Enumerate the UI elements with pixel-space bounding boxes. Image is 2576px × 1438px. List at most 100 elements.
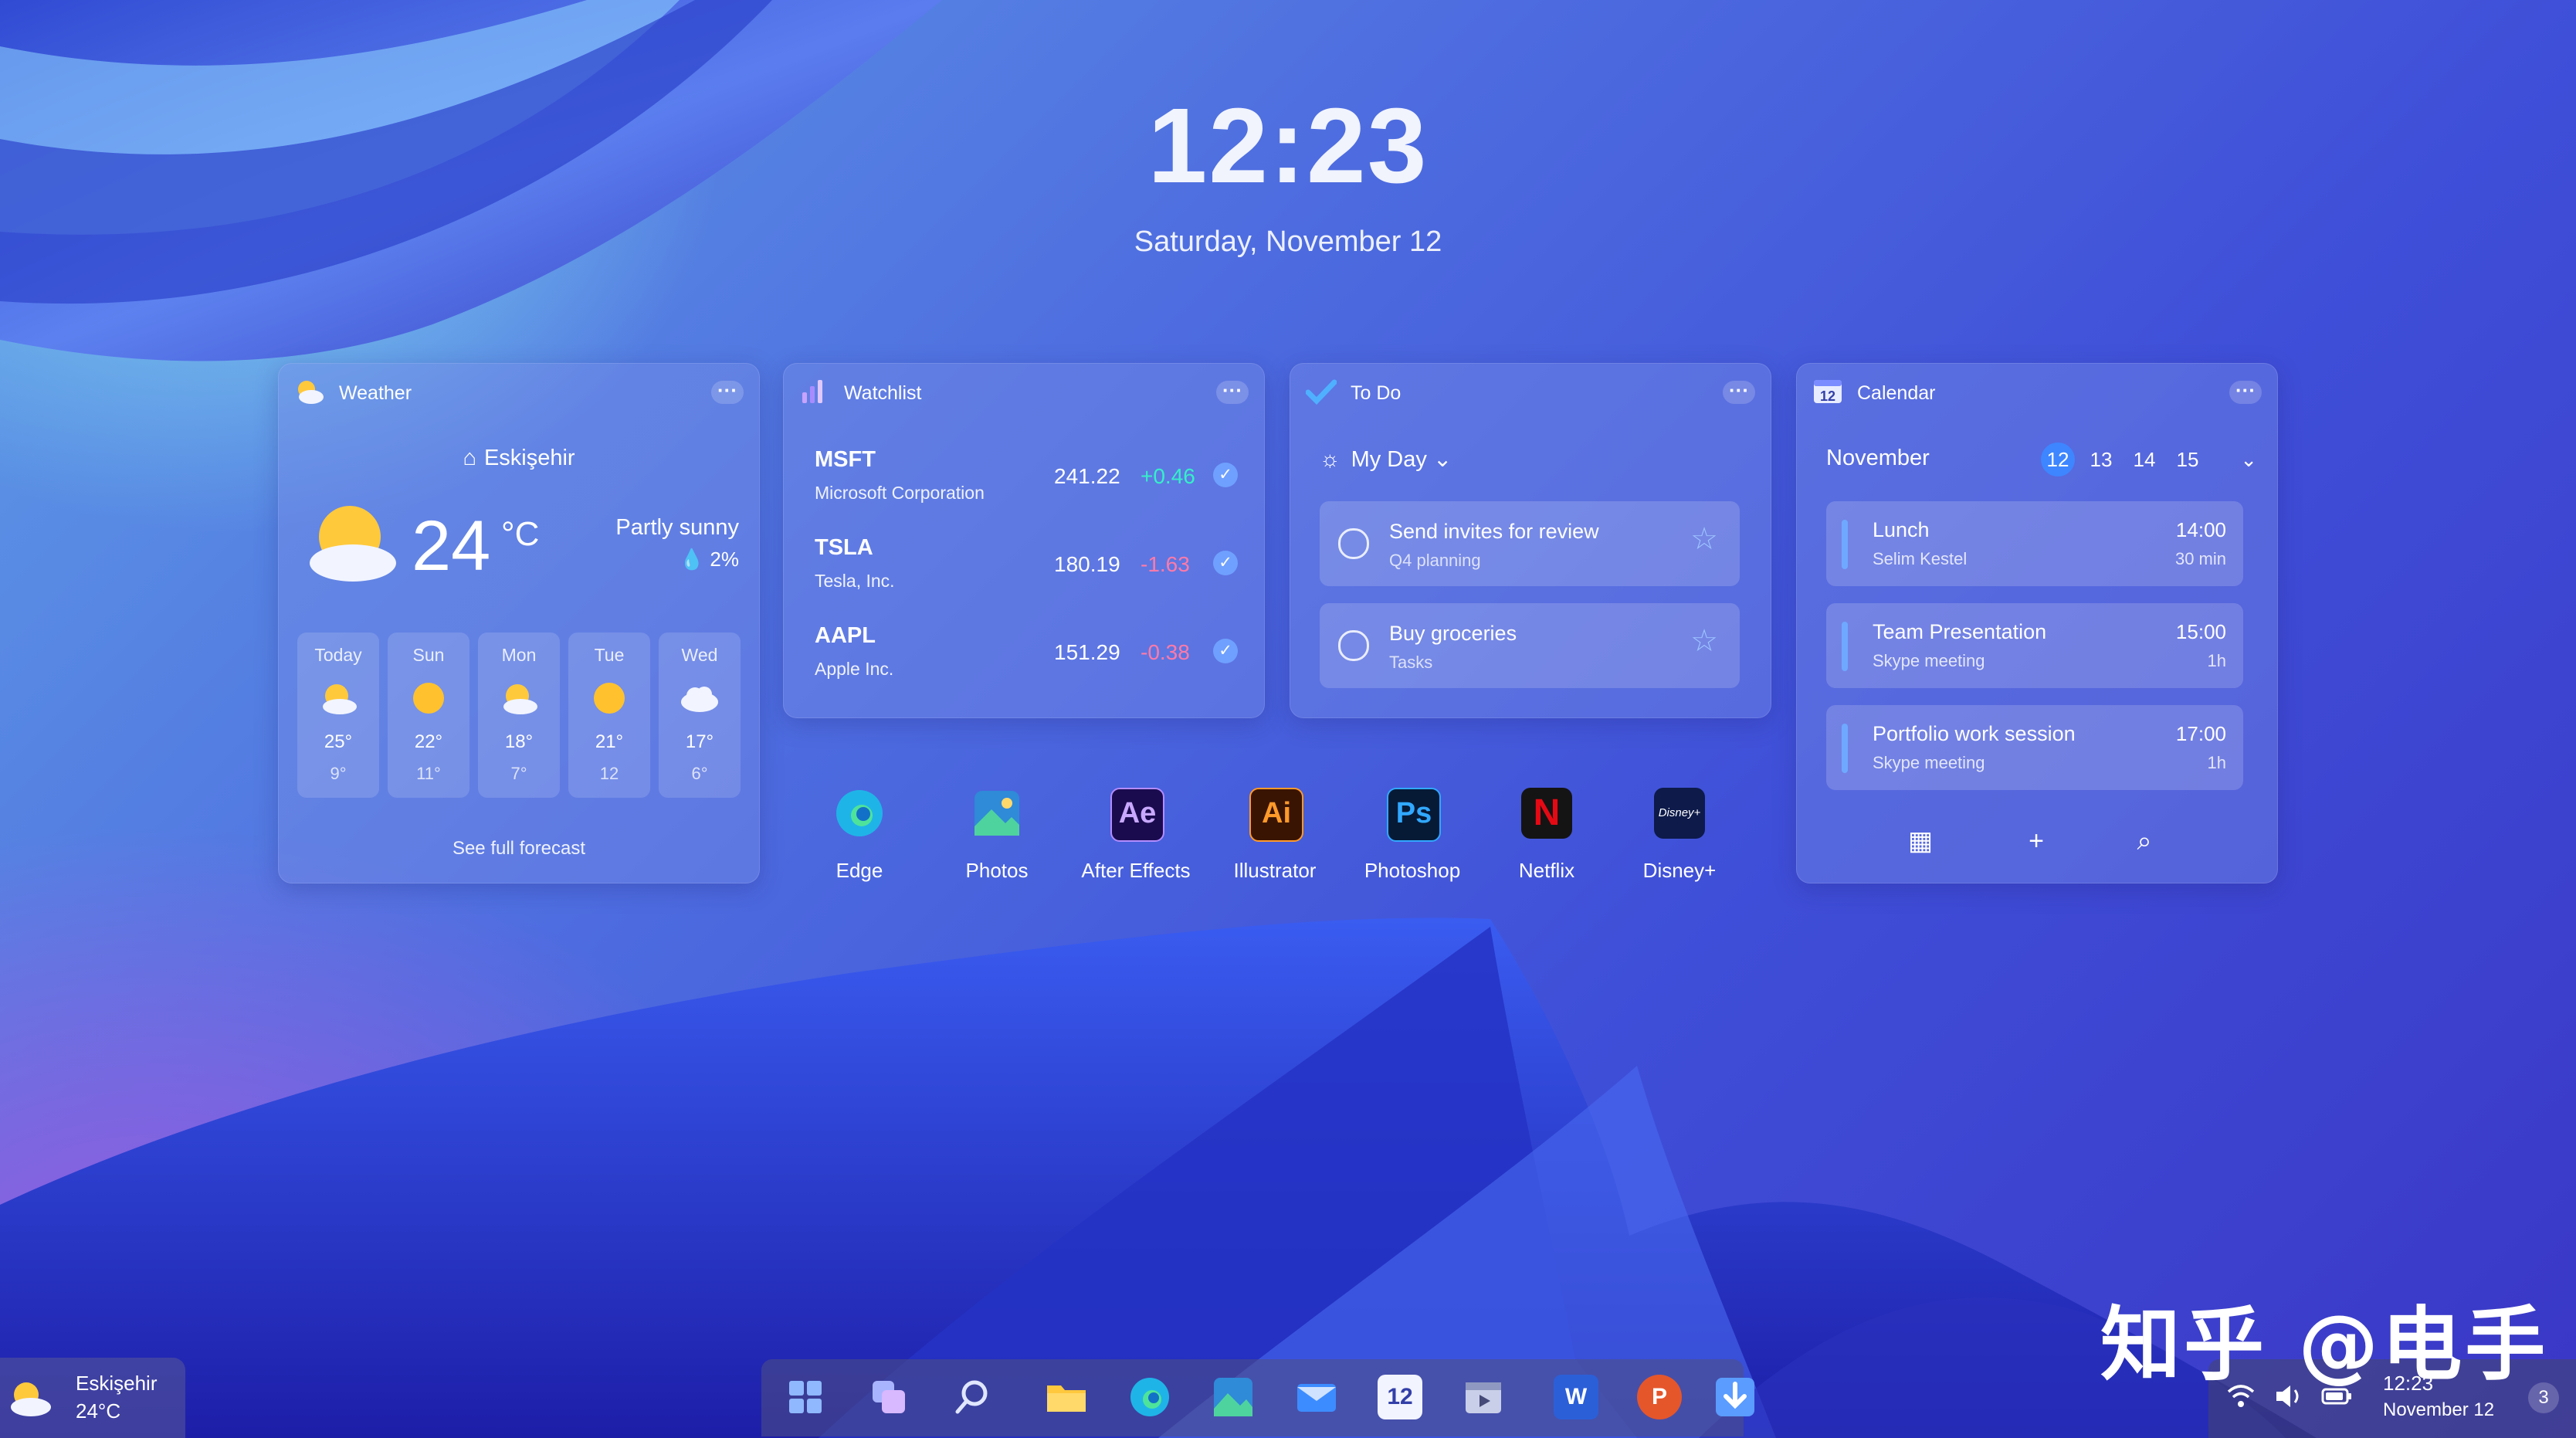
- stock-change: -0.38: [1141, 640, 1190, 664]
- event-item[interactable]: Portfolio work session Skype meeting 17:…: [1826, 705, 2243, 790]
- app-edge[interactable]: Edge: [794, 788, 925, 882]
- check-icon[interactable]: ✓: [1213, 463, 1238, 487]
- app-photoshop[interactable]: Ps Photoshop: [1347, 788, 1478, 882]
- month-label: November: [1826, 446, 1930, 470]
- download-icon[interactable]: [1713, 1375, 1757, 1419]
- mail-icon[interactable]: [1294, 1375, 1339, 1419]
- forecast-day[interactable]: Today 25° 9°: [297, 633, 379, 798]
- todo-check-icon: [1306, 379, 1337, 405]
- stock-row[interactable]: MSFT Microsoft Corporation 241.22 +0.46 …: [815, 447, 1247, 524]
- stock-change: +0.46: [1141, 464, 1195, 488]
- task-item[interactable]: Send invites for review Q4 planning ☆: [1320, 501, 1740, 586]
- day-high: 18°: [504, 731, 534, 752]
- add-event-icon[interactable]: +: [2013, 818, 2059, 864]
- calendar-widget[interactable]: 12 Calendar ··· November 12 13 14 15 ⌄ L…: [1796, 363, 2278, 883]
- word-icon[interactable]: W: [1554, 1375, 1598, 1419]
- star-icon[interactable]: ☆: [1690, 623, 1718, 659]
- photos-icon: [974, 791, 1019, 836]
- tray-date[interactable]: November 12: [2383, 1399, 2494, 1421]
- event-item[interactable]: Lunch Selim Kestel 14:00 30 min: [1826, 501, 2243, 586]
- stock-symbol: MSFT: [815, 447, 876, 472]
- file-explorer-icon[interactable]: [1044, 1375, 1089, 1419]
- calendar-view-icon[interactable]: ▦: [1897, 818, 1944, 864]
- app-illustrator[interactable]: Ai Illustrator: [1209, 788, 1341, 882]
- event-title: Lunch: [1873, 518, 1930, 541]
- forecast-day[interactable]: Sun 22° 11°: [388, 633, 469, 798]
- app-disney-plus[interactable]: Disney+ Disney+: [1614, 788, 1745, 882]
- city-name: Eskişehir: [483, 446, 575, 470]
- stock-row[interactable]: AAPL Apple Inc. 151.29 -0.38 ✓: [815, 623, 1247, 700]
- app-label: Netflix: [1518, 859, 1575, 882]
- partly-sunny-icon: [503, 684, 537, 714]
- task-checkbox[interactable]: [1338, 528, 1369, 559]
- calendar-more-button[interactable]: ···: [2229, 380, 2262, 404]
- stock-change: -1.63: [1141, 552, 1190, 576]
- day-name: Mon: [501, 645, 537, 665]
- stock-symbol: AAPL: [815, 623, 876, 648]
- list-name: My Day: [1351, 447, 1427, 472]
- todo-widget[interactable]: To Do ··· ☼ My Day ⌄ Send invites for rev…: [1290, 363, 1771, 718]
- event-item[interactable]: Team Presentation Skype meeting 15:00 1h: [1826, 603, 2243, 688]
- bar-chart-icon: [802, 380, 822, 403]
- app-label: After Effects: [1081, 859, 1191, 882]
- watchlist-more-button[interactable]: ···: [1216, 380, 1249, 404]
- forecast-day[interactable]: Mon 18° 7°: [478, 633, 560, 798]
- date-chip[interactable]: 13: [2084, 443, 2118, 477]
- stock-name: Apple Inc.: [815, 659, 894, 679]
- app-photos[interactable]: Photos: [931, 788, 1063, 882]
- search-icon[interactable]: [950, 1375, 995, 1419]
- star-icon[interactable]: ☆: [1690, 521, 1718, 557]
- check-icon[interactable]: ✓: [1213, 551, 1238, 575]
- current-temperature: 24: [412, 507, 491, 585]
- powerpoint-icon[interactable]: P: [1637, 1375, 1682, 1419]
- calendar-icon-day: 12: [1820, 388, 1835, 404]
- list-selector[interactable]: ☼ My Day ⌄: [1320, 446, 1452, 473]
- stock-name: Tesla, Inc.: [815, 571, 895, 591]
- day-low: 6°: [691, 764, 708, 783]
- media-player-icon[interactable]: [1461, 1375, 1506, 1419]
- illustrator-icon: Ai: [1249, 788, 1303, 842]
- watchlist-widget[interactable]: Watchlist ··· MSFT Microsoft Corporation…: [783, 363, 1265, 718]
- app-netflix[interactable]: N Netflix: [1481, 788, 1612, 882]
- todo-more-button[interactable]: ···: [1723, 380, 1755, 404]
- todo-header: To Do ···: [1290, 364, 1771, 418]
- search-icon[interactable]: ⌕: [2121, 818, 2168, 864]
- see-full-forecast-link[interactable]: See full forecast: [279, 838, 759, 860]
- event-time: 15:00: [2175, 620, 2226, 643]
- forecast-day[interactable]: Wed 17° 6°: [659, 633, 741, 798]
- event-color-bar: [1842, 622, 1848, 671]
- forecast-days: Today 25° 9° Sun 22° 11° Mon 18° 7° Tue …: [297, 633, 741, 798]
- date-chip[interactable]: 12: [2041, 443, 2075, 477]
- app-label: Photos: [965, 859, 1029, 882]
- event-subtitle: Skype meeting: [1873, 753, 1985, 772]
- weather-city: ⌂ Eskişehir: [279, 446, 759, 471]
- taskbar-weather[interactable]: Eskişehir 24°C: [0, 1358, 185, 1438]
- weather-widget[interactable]: Weather ··· ⌂ Eskişehir 24 °C Partly sunn…: [278, 363, 760, 883]
- forecast-day[interactable]: Tue 21° 12: [568, 633, 650, 798]
- date-chip[interactable]: 14: [2127, 443, 2161, 477]
- start-icon[interactable]: [783, 1375, 828, 1419]
- weather-more-button[interactable]: ···: [711, 380, 744, 404]
- day-low: 7°: [510, 764, 527, 783]
- task-item[interactable]: Buy groceries Tasks ☆: [1320, 603, 1740, 688]
- event-duration: 1h: [2207, 651, 2226, 670]
- app-label: Photoshop: [1364, 859, 1461, 882]
- app-after-effects[interactable]: Ae After Effects: [1070, 788, 1202, 882]
- calendar-icon: 12: [1814, 380, 1842, 404]
- check-icon[interactable]: ✓: [1213, 639, 1238, 663]
- day-name: Sun: [412, 645, 445, 665]
- edge-icon[interactable]: [1127, 1375, 1172, 1419]
- task-view-icon[interactable]: [866, 1375, 911, 1419]
- precip-value: 2%: [710, 548, 739, 571]
- netflix-icon: N: [1521, 788, 1572, 839]
- home-icon: ⌂: [463, 446, 476, 470]
- stock-row[interactable]: TSLA Tesla, Inc. 180.19 -1.63 ✓: [815, 535, 1247, 612]
- event-duration: 30 min: [2174, 549, 2226, 568]
- chevron-down-icon[interactable]: ⌄: [2240, 443, 2257, 477]
- event-title: Team Presentation: [1873, 620, 2047, 643]
- photos-icon[interactable]: [1211, 1375, 1256, 1419]
- calendar-icon[interactable]: 12: [1378, 1375, 1422, 1419]
- partly-sunny-icon: [310, 506, 396, 582]
- date-chip[interactable]: 15: [2171, 443, 2205, 477]
- task-checkbox[interactable]: [1338, 630, 1369, 661]
